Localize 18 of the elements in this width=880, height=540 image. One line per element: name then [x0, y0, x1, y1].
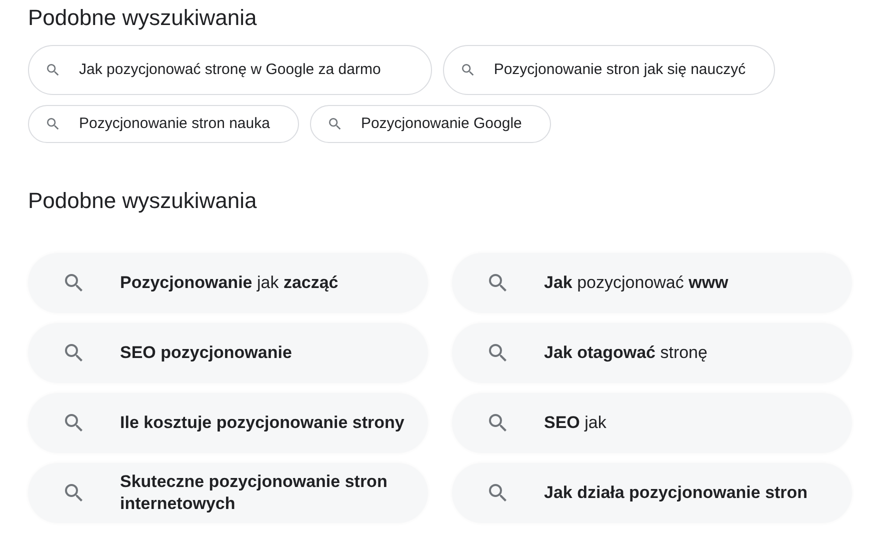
related-search-item[interactable]: Pozycjonowanie jak zacząć: [28, 253, 428, 313]
search-icon: [460, 62, 476, 78]
search-icon: [326, 116, 343, 132]
related-search-chip[interactable]: Jak pozycjonować stronę w Google za darmo: [28, 45, 432, 95]
related-search-chip[interactable]: Pozycjonowanie stron nauka: [28, 105, 299, 143]
section-heading: Podobne wyszukiwania: [28, 4, 257, 32]
search-icon: [45, 62, 61, 78]
search-icon: [45, 116, 61, 132]
related-search-chip[interactable]: Pozycjonowanie stron jak się nauczyć: [442, 45, 775, 95]
related-search-item[interactable]: Skuteczne pozycjonowanie stron internetowych: [28, 463, 428, 523]
related-search-item[interactable]: SEO pozycjonowanie: [28, 323, 428, 383]
related-search-item[interactable]: SEO jak: [452, 393, 852, 453]
related-search-item[interactable]: Ile kosztuje pozycjonowanie strony: [28, 393, 428, 453]
section-heading: Podobne wyszukiwania: [28, 187, 257, 215]
related-search-item[interactable]: Jak otagować stronę: [452, 323, 852, 383]
related-search-chip[interactable]: Pozycjonowanie Google: [310, 105, 551, 143]
related-search-item[interactable]: Jak działa pozycjonowanie stron: [452, 463, 852, 523]
related-search-item[interactable]: Jak pozycjonować www: [452, 253, 852, 313]
